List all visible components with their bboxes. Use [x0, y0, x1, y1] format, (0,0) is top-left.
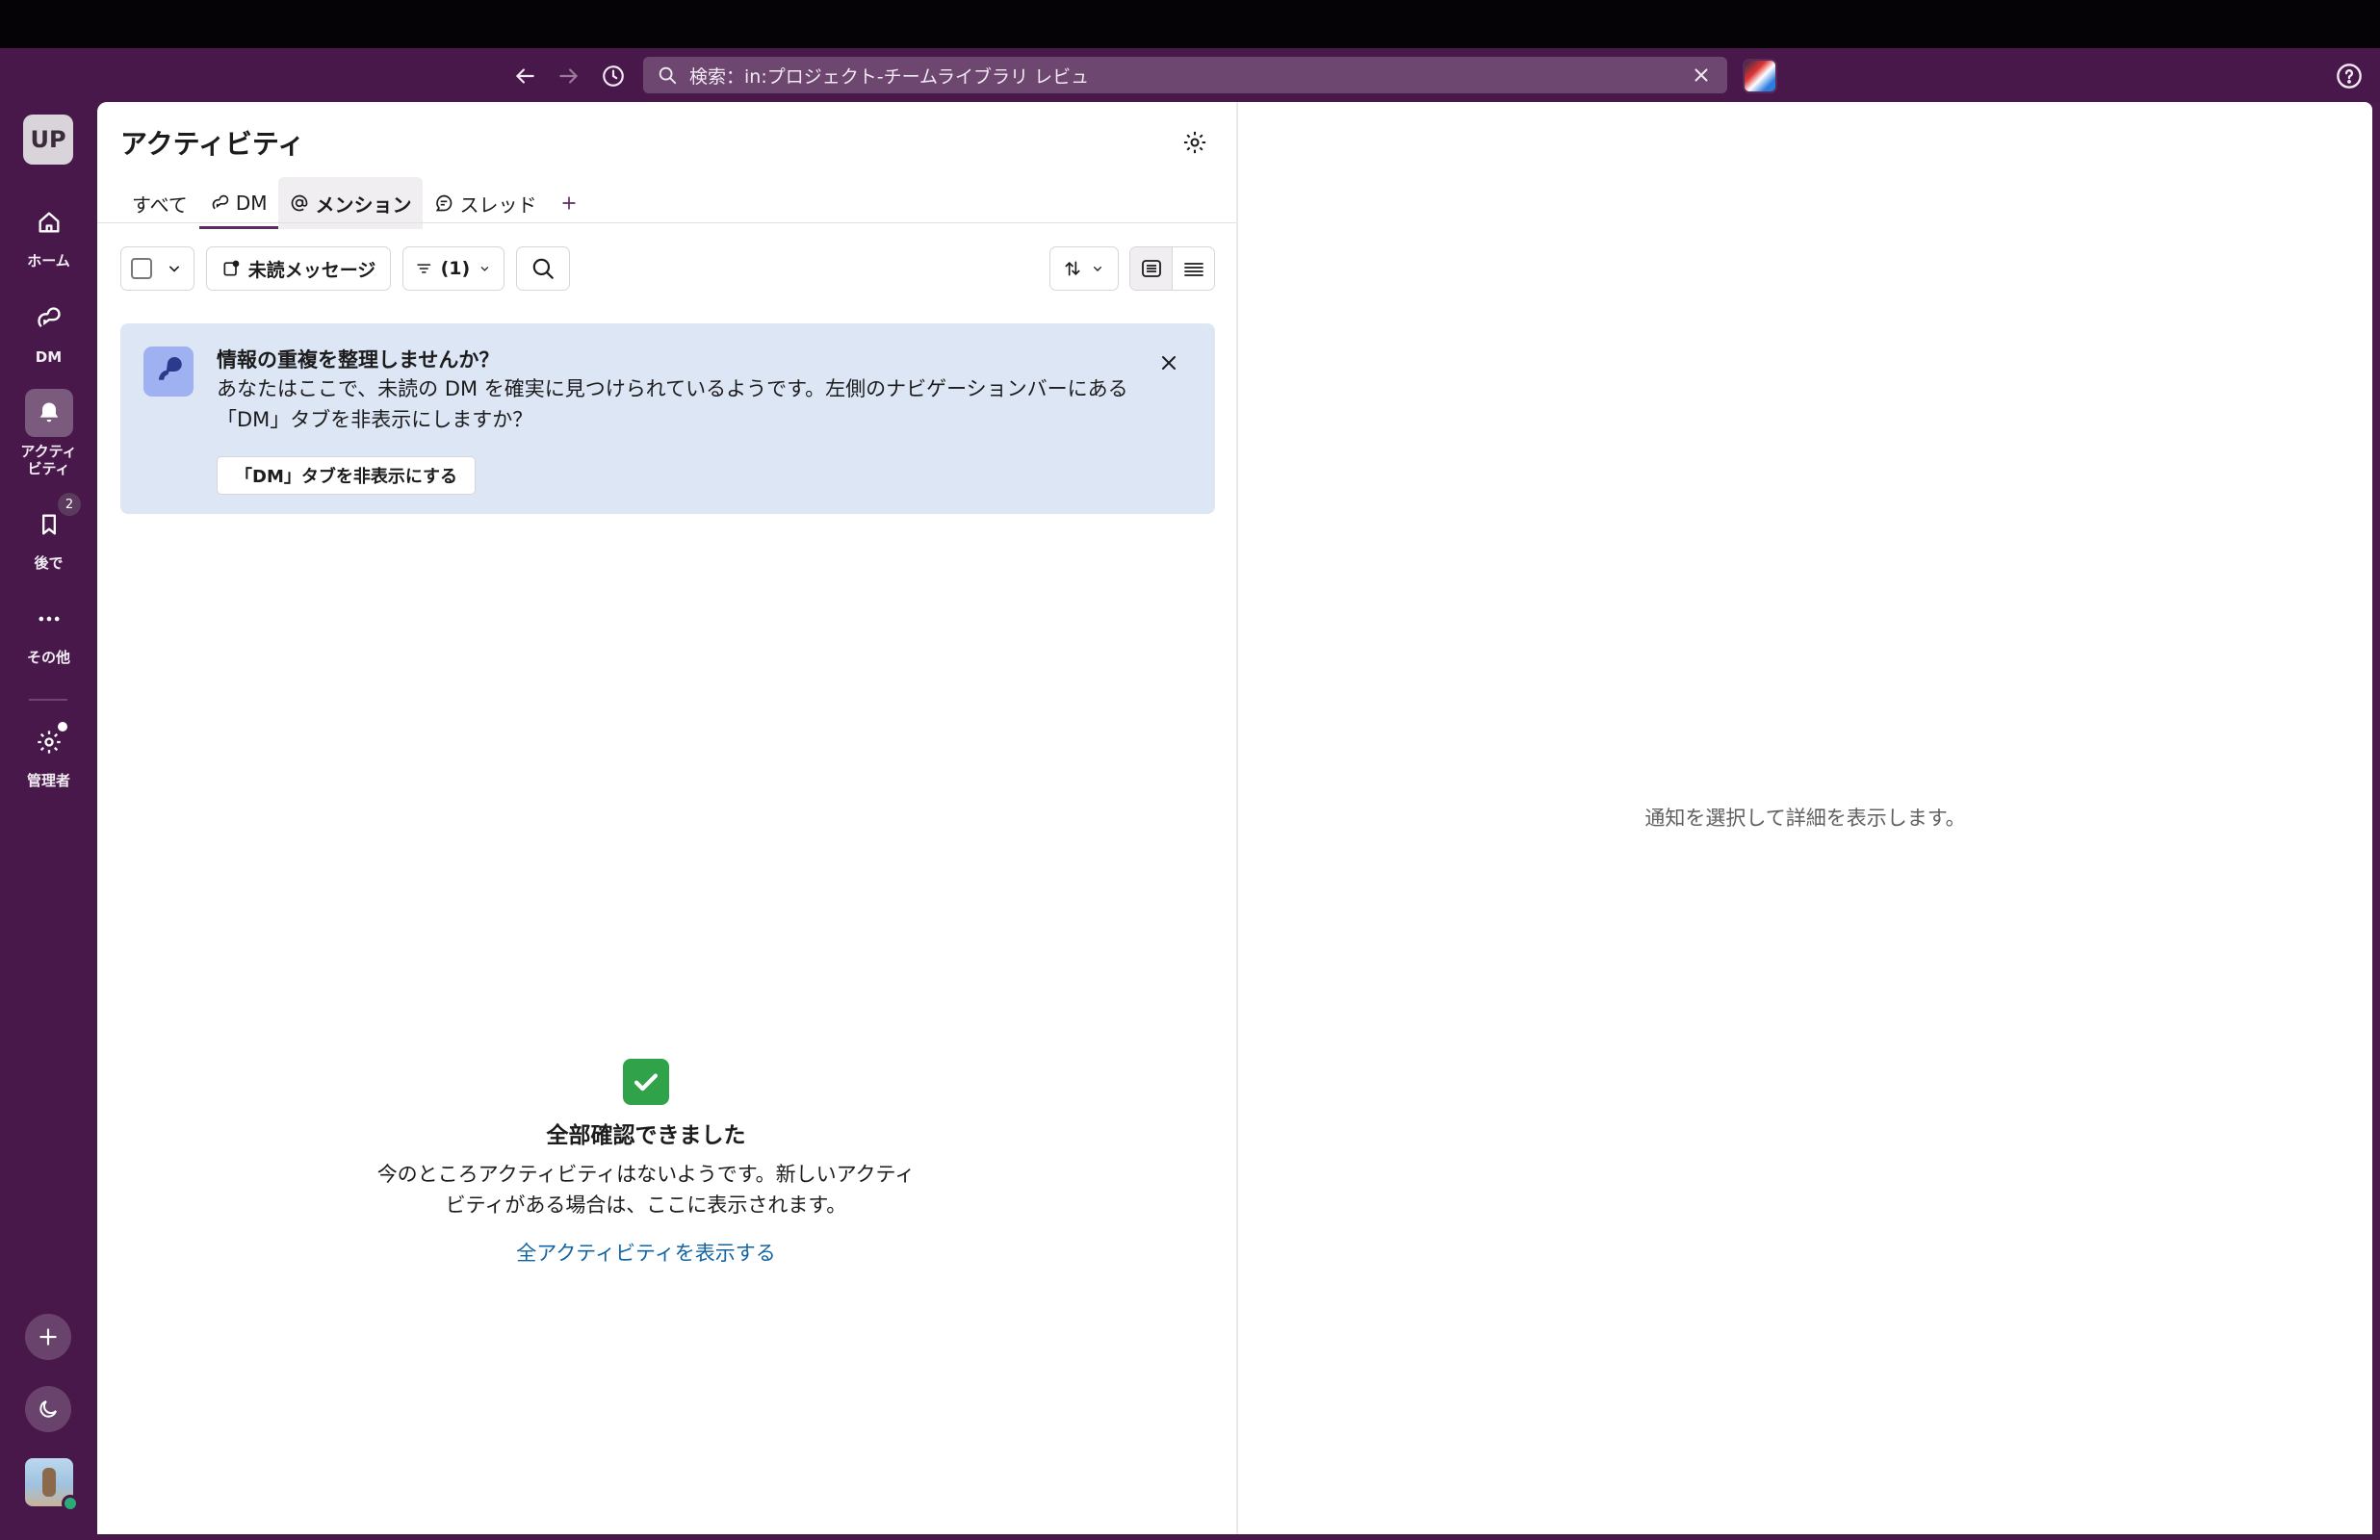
sidebar-item-label: アクティビティ: [20, 443, 77, 477]
view-mode-toggle: [1129, 246, 1215, 291]
gear-icon: [1183, 131, 1206, 154]
card-list-icon: [1141, 260, 1161, 277]
sidebar-item-label: 後で: [34, 554, 64, 572]
empty-state-title: 全部確認できました: [546, 1123, 746, 1148]
search-activity-button[interactable]: [516, 246, 570, 291]
activity-tabs: すべて DM メンション スレッド: [120, 177, 590, 229]
history-clock-icon[interactable]: [597, 60, 630, 92]
window-bottom-edge: [97, 1534, 2380, 1540]
sidebar-item-activity[interactable]: アクティビティ: [0, 389, 97, 477]
banner-body: あなたはここで、未読の DM を確実に見つけられているようです。左側のナビゲーシ…: [217, 377, 1128, 431]
search-query-text[interactable]: 検索：in:プロジェクト-チームライブラリ レビュ: [689, 63, 1689, 89]
sidebar-item-label: ホーム: [27, 252, 70, 270]
sidebar-item-label: DM: [35, 348, 63, 366]
sidebar-item-label: 管理者: [26, 772, 70, 789]
create-new-button[interactable]: [25, 1314, 71, 1360]
top-bezel: [0, 0, 2380, 48]
filter-count: (1): [440, 258, 471, 279]
tab-label: すべて: [132, 192, 188, 217]
sidebar-item-more[interactable]: その他: [0, 595, 97, 666]
compact-view-button[interactable]: [1173, 247, 1214, 290]
empty-state-description: 今のところアクティビティはないようです。新しいアクティビティがある場合は、ここに…: [376, 1163, 916, 1217]
tab-label: メンション: [315, 192, 412, 217]
activity-toolbar: 未読メッセージ (1): [120, 246, 1215, 291]
home-icon: [25, 198, 73, 246]
check-mark-icon: [623, 1059, 669, 1105]
filter-button[interactable]: (1): [402, 246, 504, 291]
compact-list-icon: [1183, 263, 1203, 276]
sidebar-divider: [29, 699, 67, 701]
chevron-down-icon: [480, 267, 489, 271]
thread-icon: [436, 194, 453, 212]
expanded-view-button[interactable]: [1130, 247, 1173, 290]
hide-dm-tab-banner: 情報の重複を整理しませんか？ あなたはここで、未読の DM を確実に見つけられて…: [120, 323, 1215, 514]
dm-icon: [143, 346, 194, 397]
theme-toggle-button[interactable]: [25, 1386, 71, 1432]
close-icon: [1162, 356, 1176, 370]
unread-messages-filter[interactable]: 未読メッセージ: [206, 246, 391, 291]
dm-icon: [25, 295, 73, 343]
sidebar-item-dm[interactable]: DM: [0, 295, 97, 366]
filter-icon: [417, 264, 431, 273]
unread-icon: [223, 260, 240, 276]
more-icon: [25, 595, 73, 643]
tab-dm[interactable]: DM: [198, 177, 279, 229]
banner-title: 情報の重複を整理しませんか？: [217, 348, 500, 372]
avatar-figure: [42, 1468, 56, 1497]
user-avatar[interactable]: [25, 1458, 79, 1512]
back-arrow-icon[interactable]: [508, 60, 541, 92]
detail-pane: 通知を選択して詳細を表示します。: [1238, 102, 2372, 1534]
sidebar-item-admin[interactable]: 管理者: [0, 718, 97, 789]
search-icon: [532, 258, 554, 279]
add-tab-button[interactable]: [548, 177, 590, 229]
clear-search-icon[interactable]: [1689, 63, 1714, 88]
chevron-down-icon: [169, 266, 179, 272]
activity-panel: アクティビティ すべて DM メンション スレッド 未読メッセージ (1) 情報…: [97, 102, 1236, 1534]
empty-state: 全部確認できました 今のところアクティビティはないようです。新しいアクティビティ…: [357, 1059, 935, 1267]
presence-status-badge: [62, 1495, 79, 1512]
search-bar[interactable]: 検索：in:プロジェクト-チームライブラリ レビュ: [643, 57, 1727, 93]
forward-arrow-icon[interactable]: [553, 60, 585, 92]
tab-all[interactable]: すべて: [120, 177, 199, 229]
sort-icon: [1065, 261, 1080, 276]
tabs-divider: [97, 222, 1236, 223]
page-title: アクティビティ: [120, 128, 305, 160]
tab-label: スレッド: [459, 192, 537, 217]
workspace-switcher[interactable]: UP: [23, 115, 73, 165]
close-banner-button[interactable]: [1152, 346, 1185, 379]
sidebar-item-later[interactable]: 後で: [0, 500, 97, 572]
moon-icon: [39, 1400, 57, 1418]
tab-label: DM: [235, 192, 268, 215]
tab-threads[interactable]: スレッド: [423, 177, 548, 229]
admin-notification-dot: [58, 722, 67, 732]
sidebar-item-label: その他: [26, 649, 70, 666]
activity-settings-button[interactable]: [1176, 123, 1214, 162]
search-icon: [657, 64, 678, 86]
sidebar-item-home[interactable]: ホーム: [0, 198, 97, 270]
detail-placeholder-text: 通知を選択して詳細を表示します。: [1644, 807, 1966, 830]
plus-icon: [562, 196, 577, 210]
tab-mentions[interactable]: メンション: [278, 177, 424, 229]
show-all-activity-link[interactable]: 全アクティビティを表示する: [516, 1238, 775, 1267]
bell-icon: [24, 389, 73, 437]
plus-icon: [39, 1328, 57, 1346]
unread-messages-label: 未読メッセージ: [247, 259, 376, 281]
help-icon[interactable]: [2334, 61, 2365, 91]
select-all-control[interactable]: [120, 246, 194, 291]
app-avatar-icon[interactable]: [1743, 59, 1777, 93]
sort-button[interactable]: [1049, 246, 1119, 291]
at-sign-icon: [292, 194, 308, 212]
later-count-badge: 2: [58, 493, 81, 516]
dm-icon: [212, 194, 229, 210]
chevron-down-icon: [1094, 267, 1101, 271]
select-all-checkbox[interactable]: [131, 258, 152, 279]
hide-dm-tab-button[interactable]: 「DM」タブを非表示にする: [217, 456, 477, 495]
